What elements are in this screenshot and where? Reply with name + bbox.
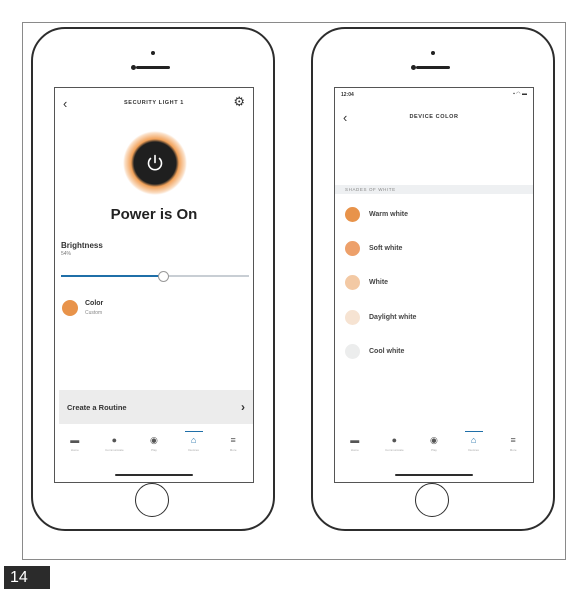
shade-swatch: [345, 274, 360, 290]
front-camera: [431, 51, 435, 55]
brightness-slider-thumb[interactable]: [157, 271, 169, 282]
brightness-slider[interactable]: [61, 271, 249, 282]
chevron-left-icon[interactable]: ‹: [63, 96, 67, 111]
tab-more[interactable]: ≡ More: [215, 435, 251, 452]
chat-icon: ●: [391, 435, 398, 445]
devices-icon: ⌂: [470, 435, 477, 445]
power-icon[interactable]: [143, 151, 167, 175]
create-routine-label: Create a Routine: [67, 402, 127, 412]
tab-home[interactable]: ▬ Home: [57, 435, 93, 452]
tab-communicate[interactable]: ● Communicate: [376, 435, 412, 452]
shade-swatch: [345, 240, 360, 256]
power-status: Power is On: [110, 206, 198, 223]
tab-label: Play: [151, 448, 157, 452]
phone-right: 12:04 ▪ ◠ ▬ ‹ DEVICE COLOR SHADES OF WHI…: [311, 27, 555, 531]
home-button[interactable]: [415, 483, 449, 517]
home-icon: ▬: [70, 435, 80, 445]
shade-swatch: [345, 206, 360, 222]
home-icon: ▬: [350, 435, 360, 445]
play-icon: ◉: [150, 435, 158, 445]
tab-label: Home: [70, 448, 79, 452]
tab-label: Communicate: [105, 448, 124, 452]
tab-label: More: [229, 448, 237, 452]
bottom-tab-bar: ▬ Home ● Communicate ◉ Play ⌂ Devices ≡ More: [335, 431, 533, 459]
brightness-value: 54%: [61, 251, 72, 257]
device-screen-security-light: ‹ SECURITY LIGHT 1 ⚙ Power is On Brightn…: [54, 87, 254, 483]
tab-devices[interactable]: ⌂ Devices: [176, 431, 212, 452]
status-time: 12:04: [341, 92, 354, 98]
shade-swatch: [345, 309, 360, 325]
tab-label: Communicate: [385, 448, 404, 452]
shade-option[interactable]: Daylight white: [345, 308, 416, 326]
home-indicator: [115, 474, 193, 476]
chevron-left-icon[interactable]: ‹: [343, 110, 347, 125]
brightness-label: Brightness: [61, 241, 103, 250]
tab-home[interactable]: ▬ Home: [337, 435, 373, 452]
brightness-slider-fill: [61, 275, 163, 277]
tab-devices[interactable]: ⌂ Devices: [456, 431, 492, 452]
signal-wifi-battery-icon: ▪ ◠ ▬: [513, 91, 527, 97]
chat-icon: ●: [111, 435, 118, 445]
device-color-screen: 12:04 ▪ ◠ ▬ ‹ DEVICE COLOR SHADES OF WHI…: [334, 87, 534, 483]
shade-swatch: [345, 343, 360, 359]
create-routine-button[interactable]: Create a Routine ›: [59, 390, 253, 424]
tab-communicate[interactable]: ● Communicate: [96, 435, 132, 452]
front-camera: [151, 51, 155, 55]
devices-icon: ⌂: [190, 435, 197, 445]
color-swatch[interactable]: [62, 300, 78, 316]
shade-label: Cool white: [369, 347, 405, 355]
menu-icon: ≡: [510, 435, 516, 445]
shade-label: Soft white: [369, 244, 403, 252]
tab-play[interactable]: ◉ Play: [416, 435, 452, 452]
home-indicator: [395, 474, 473, 476]
shade-label: Daylight white: [369, 313, 417, 321]
header-bar: ‹ SECURITY LIGHT 1 ⚙: [55, 94, 253, 112]
color-value: Custom: [85, 310, 103, 316]
bottom-tab-bar: ▬ Home ● Communicate ◉ Play ⌂ Devices ≡ More: [55, 431, 253, 459]
tab-label: Play: [431, 448, 437, 452]
earpiece-speaker: [136, 66, 170, 69]
tab-play[interactable]: ◉ Play: [136, 435, 172, 452]
earpiece-speaker: [416, 66, 450, 69]
page-title: DEVICE COLOR: [409, 114, 459, 120]
page-number: 14: [4, 566, 50, 589]
shade-label: White: [369, 278, 389, 286]
shade-option[interactable]: White: [345, 273, 388, 291]
gear-icon[interactable]: ⚙: [233, 94, 245, 110]
tab-label: Devices: [468, 448, 479, 452]
menu-icon: ≡: [230, 435, 236, 445]
header-bar: ‹ DEVICE COLOR: [335, 108, 533, 126]
page-title: SECURITY LIGHT 1: [124, 100, 184, 106]
tab-more[interactable]: ≡ More: [495, 435, 531, 452]
tab-label: Devices: [188, 448, 199, 452]
play-icon: ◉: [430, 435, 438, 445]
phone-left: ‹ SECURITY LIGHT 1 ⚙ Power is On Brightn…: [31, 27, 275, 531]
color-label[interactable]: Color: [85, 300, 103, 307]
section-header: SHADES OF WHITE: [335, 185, 533, 194]
tab-label: Home: [350, 448, 359, 452]
tab-label: More: [509, 448, 517, 452]
status-bar: 12:04 ▪ ◠ ▬: [341, 91, 527, 102]
home-button[interactable]: [135, 483, 169, 517]
shade-label: Warm white: [369, 210, 409, 218]
shade-option[interactable]: Cool white: [345, 342, 404, 360]
chevron-right-icon: ›: [241, 400, 245, 414]
shade-option[interactable]: Warm white: [345, 205, 408, 223]
shade-option[interactable]: Soft white: [345, 239, 402, 257]
